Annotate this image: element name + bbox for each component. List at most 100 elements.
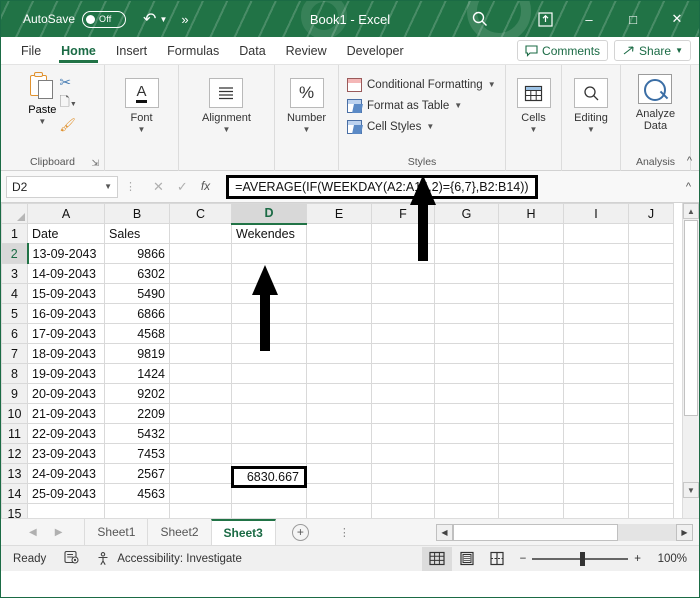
conditional-formatting-button[interactable]: Conditional Formatting ▼ <box>347 74 496 95</box>
row-header-14[interactable]: 14 <box>1 483 28 504</box>
row-header-12[interactable]: 12 <box>1 443 28 464</box>
row-header-3[interactable]: 3 <box>1 263 28 284</box>
cell-i8[interactable] <box>563 363 629 384</box>
dialog-launcher-icon[interactable]: ⇲ <box>91 158 99 169</box>
zoom-thumb[interactable] <box>580 551 586 566</box>
cell-h13[interactable] <box>498 463 564 484</box>
cell-b2[interactable]: 9866 <box>104 243 170 264</box>
cell-i12[interactable] <box>563 443 629 464</box>
analyze-data-button[interactable]: Analyze Data <box>636 74 675 132</box>
row-header-7[interactable]: 7 <box>1 343 28 364</box>
cell-a2[interactable]: 13-09-2043 <box>27 243 105 264</box>
record-macro-icon[interactable] <box>64 550 80 567</box>
cell-e3[interactable] <box>306 263 372 284</box>
cell-d9[interactable] <box>231 383 307 404</box>
editing-button[interactable]: Editing ▼ <box>574 78 608 134</box>
cell-h5[interactable] <box>498 303 564 324</box>
page-layout-view-icon[interactable] <box>452 547 482 571</box>
cell-a1[interactable]: Date <box>27 223 105 244</box>
cell-b13[interactable]: 2567 <box>104 463 170 484</box>
column-header-h[interactable]: H <box>498 203 564 224</box>
minimize-button[interactable]: – <box>567 1 611 37</box>
cell-j10[interactable] <box>628 403 674 424</box>
zoom-level-label[interactable]: 100% <box>649 553 687 565</box>
number-dropdown-icon[interactable]: ▼ <box>303 125 311 134</box>
cell-g9[interactable] <box>434 383 499 404</box>
cell-c3[interactable] <box>169 263 232 284</box>
cell-f8[interactable] <box>371 363 435 384</box>
cell-c10[interactable] <box>169 403 232 424</box>
cell-j5[interactable] <box>628 303 674 324</box>
cell-f5[interactable] <box>371 303 435 324</box>
cell-c9[interactable] <box>169 383 232 404</box>
cell-h7[interactable] <box>498 343 564 364</box>
cell-j14[interactable] <box>628 483 674 504</box>
cell-c5[interactable] <box>169 303 232 324</box>
add-sheet-button[interactable]: + <box>291 523 309 541</box>
cell-f12[interactable] <box>371 443 435 464</box>
cell-b1[interactable]: Sales <box>104 223 170 244</box>
confirm-formula-icon[interactable]: ✓ <box>177 179 188 195</box>
cell-a6[interactable]: 17-09-2043 <box>27 323 105 344</box>
cell-e6[interactable] <box>306 323 372 344</box>
column-header-b[interactable]: B <box>104 203 170 224</box>
tab-file[interactable]: File <box>11 37 51 65</box>
chevron-down-icon[interactable]: ▼ <box>426 122 434 131</box>
number-button[interactable]: % Number ▼ <box>287 78 326 134</box>
cell-b5[interactable]: 6866 <box>104 303 170 324</box>
cell-f7[interactable] <box>371 343 435 364</box>
scroll-right-button[interactable]: ▶ <box>676 524 693 541</box>
cell-c2[interactable] <box>169 243 232 264</box>
tab-formulas[interactable]: Formulas <box>157 37 229 65</box>
cell-j9[interactable] <box>628 383 674 404</box>
cell-j6[interactable] <box>628 323 674 344</box>
scroll-left-button[interactable]: ◀ <box>436 524 453 541</box>
column-header-a[interactable]: A <box>27 203 105 224</box>
cell-i13[interactable] <box>563 463 629 484</box>
horizontal-scrollbar[interactable]: ◀ ▶ <box>436 523 693 542</box>
cell-g1[interactable] <box>434 223 499 244</box>
row-header-4[interactable]: 4 <box>1 283 28 304</box>
sheet-tab-sheet1[interactable]: Sheet1 <box>84 518 147 546</box>
row-header-8[interactable]: 8 <box>1 363 28 384</box>
cell-i11[interactable] <box>563 423 629 444</box>
cell-b10[interactable]: 2209 <box>104 403 170 424</box>
cell-i7[interactable] <box>563 343 629 364</box>
cell-e14[interactable] <box>306 483 372 504</box>
cell-d10[interactable] <box>231 403 307 424</box>
tab-data[interactable]: Data <box>229 37 275 65</box>
horizontal-scroll-thumb[interactable] <box>453 524 619 541</box>
cell-h8[interactable] <box>498 363 564 384</box>
cell-h9[interactable] <box>498 383 564 404</box>
cancel-formula-icon[interactable]: ✕ <box>153 179 164 195</box>
vertical-scrollbar[interactable]: ▲ ▼ <box>682 203 699 518</box>
cell-i10[interactable] <box>563 403 629 424</box>
cell-c7[interactable] <box>169 343 232 364</box>
cell-h6[interactable] <box>498 323 564 344</box>
cell-d2[interactable] <box>231 243 307 264</box>
cell-g4[interactable] <box>434 283 499 304</box>
cell-g3[interactable] <box>434 263 499 284</box>
cell-j8[interactable] <box>628 363 674 384</box>
cell-c11[interactable] <box>169 423 232 444</box>
cell-j13[interactable] <box>628 463 674 484</box>
cell-h14[interactable] <box>498 483 564 504</box>
row-header-6[interactable]: 6 <box>1 323 28 344</box>
cell-j11[interactable] <box>628 423 674 444</box>
cell-e2[interactable] <box>306 243 372 264</box>
cell-f4[interactable] <box>371 283 435 304</box>
cell-e7[interactable] <box>306 343 372 364</box>
cell-g12[interactable] <box>434 443 499 464</box>
cell-f6[interactable] <box>371 323 435 344</box>
cell-i4[interactable] <box>563 283 629 304</box>
cell-b6[interactable]: 4568 <box>104 323 170 344</box>
cell-j2[interactable] <box>628 243 674 264</box>
column-header-e[interactable]: E <box>306 203 372 224</box>
vertical-scroll-thumb[interactable] <box>684 220 698 416</box>
cell-g6[interactable] <box>434 323 499 344</box>
cell-a10[interactable]: 21-09-2043 <box>27 403 105 424</box>
cell-b4[interactable]: 5490 <box>104 283 170 304</box>
insert-function-icon[interactable]: fx <box>201 179 210 195</box>
cell-e9[interactable] <box>306 383 372 404</box>
column-header-j[interactable]: J <box>628 203 674 224</box>
